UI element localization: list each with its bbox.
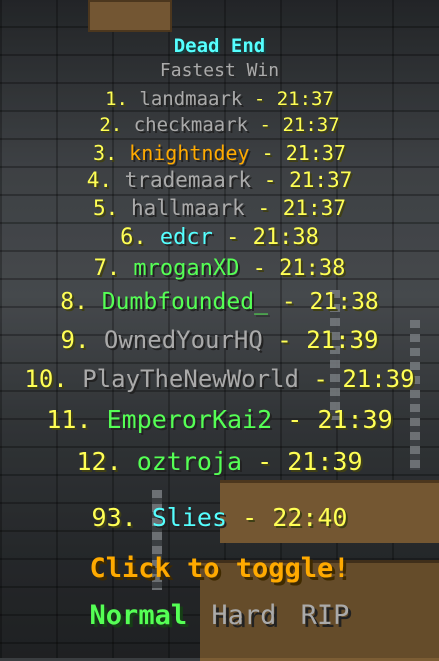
leaderboard-entry: 10. PlayTheNewWorld - 21:39: [0, 365, 439, 393]
mode-normal[interactable]: Normal: [90, 600, 188, 631]
entry-separator: -: [242, 503, 258, 532]
leaderboard-entry: 2. checkmaark - 21:37: [0, 114, 439, 136]
leaderboard-entry: 8. Dumbfounded_ - 21:38: [0, 289, 439, 315]
entry-player-name: edcr: [159, 225, 213, 250]
entry-time: 21:39: [287, 447, 363, 476]
difficulty-mode-selector: Normal Hard RIP: [0, 600, 439, 631]
leaderboard-subtitle: Fastest Win: [159, 60, 280, 81]
entry-separator: -: [226, 225, 240, 250]
entry-player-name: hallmaark: [130, 196, 245, 220]
entry-separator: -: [263, 168, 277, 192]
entry-rank: 11.: [46, 405, 92, 434]
entry-time: 21:39: [342, 365, 415, 393]
entry-time: 21:38: [279, 256, 346, 281]
entry-time: 21:38: [252, 225, 319, 250]
entry-rank: 93.: [91, 503, 137, 532]
entry-time: 21:37: [282, 114, 340, 136]
personal-best-entry: 93. Slies - 22:40: [0, 503, 439, 532]
mode-rip[interactable]: RIP: [301, 600, 350, 631]
entry-player-name: Dumbfounded_: [101, 289, 268, 315]
mode-hard[interactable]: Hard: [211, 600, 276, 631]
entry-time: 21:39: [317, 405, 393, 434]
entry-time: 22:40: [272, 503, 348, 532]
entry-time: 21:38: [309, 289, 379, 315]
entry-separator: -: [257, 447, 273, 476]
entry-rank: 12.: [76, 447, 122, 476]
entry-rank: 8.: [60, 289, 88, 315]
leaderboard-entry: 5. hallmaark - 21:37: [0, 196, 439, 220]
entry-rank: 10.: [24, 365, 68, 393]
entry-time: 21:39: [306, 326, 379, 354]
entry-separator: -: [257, 196, 271, 220]
entry-player-name: oztroja: [136, 447, 243, 476]
leaderboard-entry: 1. landmaark - 21:37: [0, 88, 439, 110]
entry-rank: 2.: [99, 114, 123, 136]
entry-player-name: Slies: [151, 503, 228, 532]
leaderboard-entry: 7. mroganXD - 21:38: [0, 256, 439, 281]
toggle-difficulty-button[interactable]: Click to toggle!: [0, 553, 439, 584]
leaderboard-entry: 9. OwnedYourHQ - 21:39: [0, 326, 439, 354]
leaderboard-entry: 3. knightndey - 21:37: [0, 141, 439, 165]
entry-rank: 3.: [93, 141, 118, 165]
entry-time: 21:37: [282, 196, 346, 220]
entry-separator: -: [252, 256, 266, 281]
leaderboard-entry: 11. EmperorKai2 - 21:39: [0, 405, 439, 434]
entry-rank: 9.: [60, 326, 90, 354]
entry-rank: 6.: [120, 225, 147, 250]
entry-player-name: trademaark: [124, 168, 252, 192]
entry-time: 21:37: [276, 88, 334, 110]
entry-player-name: checkmaark: [133, 114, 249, 136]
entry-rank: 5.: [93, 196, 119, 220]
leaderboard-title: Dead End: [173, 35, 266, 57]
entry-separator: -: [261, 141, 274, 165]
entry-player-name: knightndey: [129, 141, 250, 165]
entry-player-name: mroganXD: [133, 256, 240, 281]
entry-time: 21:37: [289, 168, 353, 192]
entry-separator: -: [259, 114, 271, 136]
entry-separator: -: [287, 405, 303, 434]
entry-rank: 4.: [86, 168, 112, 192]
entry-separator: -: [313, 365, 328, 393]
leaderboard-entry: 12. oztroja - 21:39: [0, 447, 439, 476]
entry-player-name: OwnedYourHQ: [103, 326, 263, 354]
entry-rank: 1.: [105, 88, 128, 110]
entry-time: 21:37: [285, 141, 346, 165]
entry-player-name: EmperorKai2: [106, 405, 273, 434]
leaderboard-entry: 4. trademaark - 21:37: [0, 168, 439, 192]
entry-player-name: landmaark: [139, 88, 243, 110]
leaderboard-entry: 6. edcr - 21:38: [0, 225, 439, 250]
entry-separator: -: [281, 289, 296, 315]
entry-rank: 7.: [93, 256, 121, 281]
entry-player-name: PlayTheNewWorld: [82, 365, 299, 393]
entry-separator: -: [253, 88, 266, 110]
entry-separator: -: [277, 326, 292, 354]
